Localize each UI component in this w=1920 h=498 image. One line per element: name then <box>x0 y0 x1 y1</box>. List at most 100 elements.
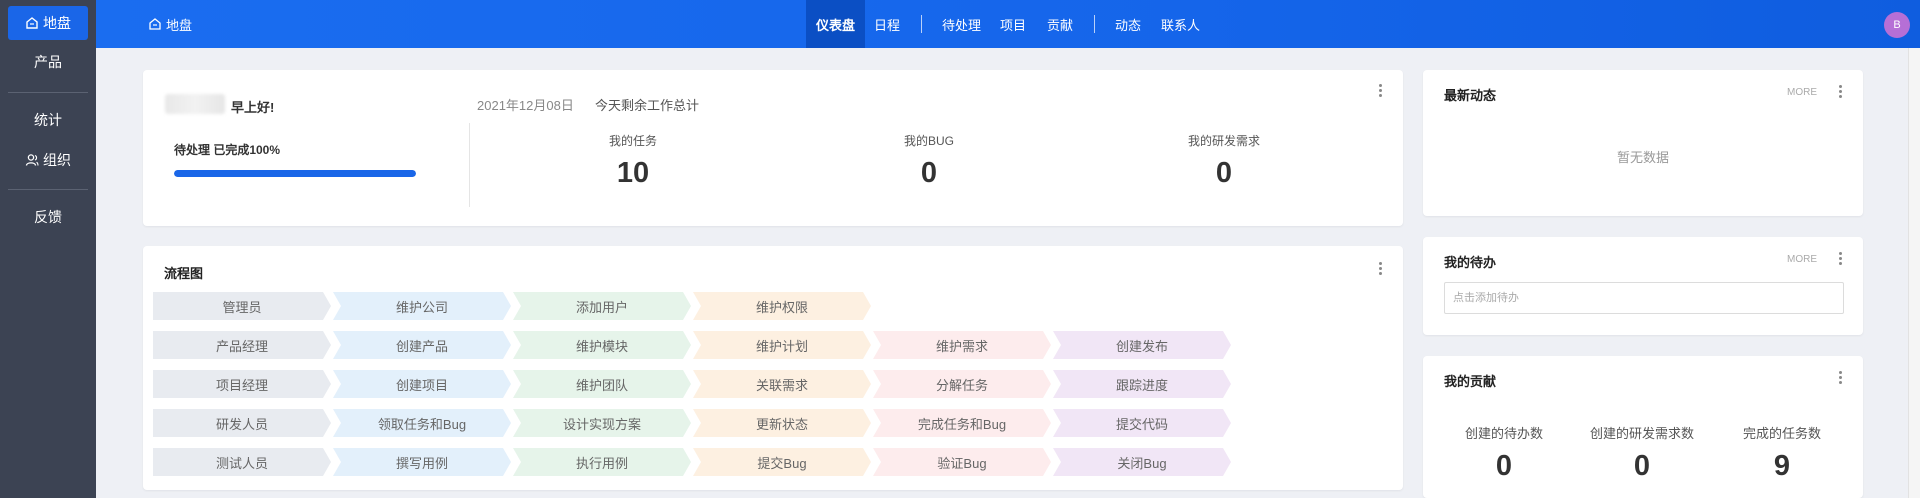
latest-more-link[interactable]: MORE <box>1787 87 1817 98</box>
divider <box>469 123 470 207</box>
flow-step[interactable]: 维护需求 <box>873 331 1051 359</box>
flow-row: 研发人员 领取任务和Bug 设计实现方案 更新状态 完成任务和Bug 提交代码 <box>153 409 1243 437</box>
sidebar-item-stats[interactable]: 统计 <box>8 103 88 137</box>
flow-step[interactable]: 提交Bug <box>693 448 871 476</box>
flowchart-title: 流程图 <box>164 266 204 281</box>
flow-step[interactable]: 撰写用例 <box>333 448 511 476</box>
flow-step[interactable]: 分解任务 <box>873 370 1051 398</box>
contrib-label: 创建的待办数 <box>1464 426 1543 441</box>
contrib-task-count: 完成的任务数 9 <box>1717 423 1847 483</box>
flow-step[interactable]: 领取任务和Bug <box>333 409 511 437</box>
latest-activity-card: 最新动态 MORE 暂无数据 <box>1423 70 1863 216</box>
header-home-link[interactable]: 地盘 <box>148 0 192 48</box>
sidebar-item-feedback[interactable]: 反馈 <box>8 200 88 234</box>
contrib-todo-count: 创建的待办数 0 <box>1439 423 1569 483</box>
flow-role-label: 项目经理 <box>153 370 331 398</box>
todo-title: 我的待办 <box>1444 255 1497 270</box>
latest-activity-title: 最新动态 <box>1444 88 1497 103</box>
sidebar-item-label: 地盘 <box>43 15 71 31</box>
nav-projects[interactable]: 项目 <box>1000 0 1026 48</box>
flow-step[interactable]: 关闭Bug <box>1053 448 1231 476</box>
nav-contacts[interactable]: 联系人 <box>1161 0 1200 48</box>
flow-row: 产品经理 创建产品 维护模块 维护计划 维护需求 创建发布 <box>153 331 1243 359</box>
nav-separator <box>1094 15 1095 33</box>
nav-contribution[interactable]: 贡献 <box>1047 0 1073 48</box>
nav-pending[interactable]: 待处理 <box>942 0 981 48</box>
contrib-value: 9 <box>1773 450 1791 482</box>
more-menu-icon[interactable] <box>1837 252 1843 268</box>
flow-role-label: 管理员 <box>153 292 331 320</box>
flow-step[interactable]: 维护公司 <box>333 292 511 320</box>
flow-step[interactable]: 提交代码 <box>1053 409 1231 437</box>
top-header: 地盘 仪表盘 日程 待处理 项目 贡献 动态 联系人 B <box>96 0 1920 48</box>
empty-state-text: 暂无数据 <box>1616 150 1669 165</box>
flow-step[interactable]: 创建产品 <box>333 331 511 359</box>
flow-row: 项目经理 创建项目 维护团队 关联需求 分解任务 跟踪进度 <box>153 370 1243 398</box>
flow-step[interactable]: 添加用户 <box>513 292 691 320</box>
nav-activity[interactable]: 动态 <box>1115 0 1141 48</box>
flow-step[interactable]: 更新状态 <box>693 409 871 437</box>
sidebar-divider <box>8 189 88 190</box>
more-menu-icon[interactable] <box>1377 262 1383 278</box>
flow-step[interactable]: 创建发布 <box>1053 331 1231 359</box>
page-scrollbar[interactable] <box>1908 48 1920 498</box>
sidebar-item-label: 反馈 <box>34 209 62 225</box>
more-menu-icon[interactable] <box>1377 84 1383 100</box>
avatar[interactable]: B <box>1884 12 1910 38</box>
sidebar-item-product[interactable]: 产品 <box>8 45 88 79</box>
flow-row: 管理员 维护公司 添加用户 维护权限 <box>153 292 1243 320</box>
header-home-label: 地盘 <box>166 17 193 33</box>
progress-bar-fill <box>174 170 416 177</box>
sidebar-divider <box>8 92 88 93</box>
stat-label: 我的研发需求 <box>1187 134 1260 148</box>
stat-value: 0 <box>920 157 938 189</box>
contrib-value: 0 <box>1495 450 1513 482</box>
pending-progress-text: 待处理 已完成100% <box>174 143 281 157</box>
sidebar-item-label: 产品 <box>34 54 62 70</box>
contrib-value: 0 <box>1633 450 1651 482</box>
flow-role-label: 测试人员 <box>153 448 331 476</box>
flow-step[interactable]: 关联需求 <box>693 370 871 398</box>
flow-step[interactable]: 执行用例 <box>513 448 691 476</box>
sidebar-item-label: 组织 <box>43 152 71 168</box>
blurred-username <box>165 94 225 114</box>
nav-separator <box>921 15 922 33</box>
date-subtitle: 今天剩余工作总计 <box>595 98 700 113</box>
stat-value: 10 <box>616 157 650 189</box>
flowchart-card: 流程图 管理员 维护公司 添加用户 维护权限 产品经理 创建产品 维护模块 维护计划 维护需求创… <box>143 246 1403 490</box>
more-menu-icon[interactable] <box>1837 371 1843 387</box>
stat-label: 我的BUG <box>903 134 954 148</box>
contrib-label: 完成的任务数 <box>1742 426 1821 441</box>
sidebar-item-home[interactable]: 地盘 <box>8 6 88 40</box>
flow-step[interactable]: 跟踪进度 <box>1053 370 1231 398</box>
flow-step[interactable]: 维护团队 <box>513 370 691 398</box>
stat-value: 0 <box>1215 157 1233 189</box>
contrib-label: 创建的研发需求数 <box>1589 426 1694 441</box>
flow-step[interactable]: 维护计划 <box>693 331 871 359</box>
flow-role-label: 研发人员 <box>153 409 331 437</box>
stat-my-bugs[interactable]: 我的BUG 0 <box>859 132 999 190</box>
flow-row: 测试人员 撰写用例 执行用例 提交Bug 验证Bug 关闭Bug <box>153 448 1243 476</box>
flow-step[interactable]: 完成任务和Bug <box>873 409 1051 437</box>
flow-step[interactable]: 验证Bug <box>873 448 1051 476</box>
flow-step[interactable]: 创建项目 <box>333 370 511 398</box>
nav-dashboard[interactable]: 仪表盘 <box>806 0 866 48</box>
flow-step[interactable]: 维护权限 <box>693 292 871 320</box>
sidebar-item-org[interactable]: 组织 <box>8 143 88 177</box>
flow-step[interactable]: 维护模块 <box>513 331 691 359</box>
stat-my-requirements[interactable]: 我的研发需求 0 <box>1154 132 1294 190</box>
greeting-text: 早上好! <box>231 100 275 115</box>
stat-my-tasks[interactable]: 我的任务 10 <box>563 132 703 190</box>
home-icon <box>26 17 38 29</box>
date-text: 2021年12月08日 <box>477 98 574 113</box>
welcome-card: 早上好! 待处理 已完成100% 2021年12月08日 今天剩余工作总计 我的… <box>143 70 1403 226</box>
contrib-requirement-count: 创建的研发需求数 0 <box>1577 423 1707 483</box>
nav-calendar[interactable]: 日程 <box>874 0 900 48</box>
flow-step[interactable]: 设计实现方案 <box>513 409 691 437</box>
users-icon <box>25 154 39 166</box>
todo-more-link[interactable]: MORE <box>1787 254 1817 265</box>
add-todo-input[interactable] <box>1444 282 1844 314</box>
home-icon <box>149 18 161 30</box>
more-menu-icon[interactable] <box>1837 85 1843 101</box>
progress-bar <box>174 170 416 177</box>
